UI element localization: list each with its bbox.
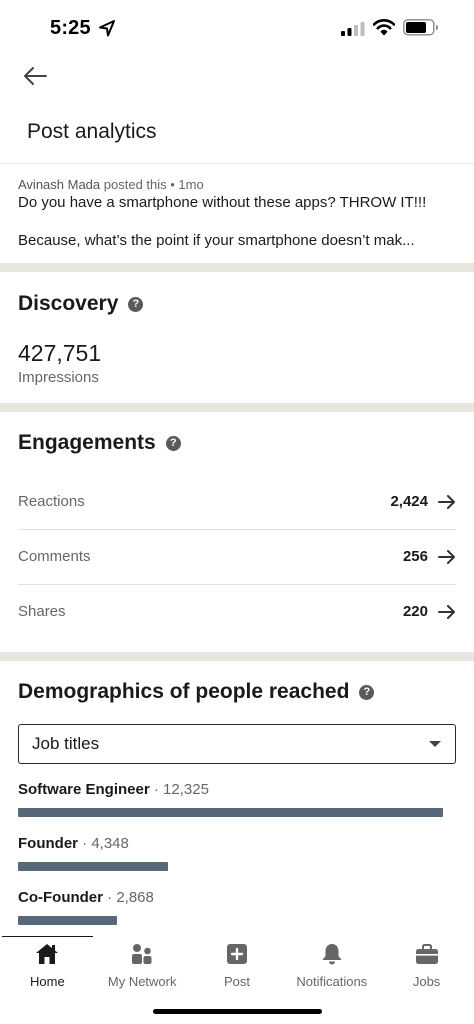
discovery-heading: Discovery ? — [18, 292, 144, 316]
battery-icon — [403, 19, 438, 36]
engagement-value: 220 — [402, 603, 428, 620]
engagement-value: 2,424 — [390, 493, 428, 510]
location-arrow-icon — [99, 20, 115, 37]
briefcase-icon — [415, 944, 438, 964]
nav-label: Post — [223, 974, 250, 989]
nav-label: Jobs — [412, 974, 441, 989]
nav-label: Home — [30, 974, 65, 989]
engagements-heading: Engagements ? — [18, 431, 181, 455]
engagement-label: Comments — [18, 548, 91, 565]
section-separator — [0, 652, 474, 661]
demographic-label: Software Engineer · 12,325 — [18, 781, 456, 798]
post-meta: Avinash Mada posted this • 1mo — [18, 177, 458, 192]
dropdown-selected-value: Job titles — [32, 734, 100, 753]
arrow-right-icon — [438, 549, 455, 564]
demographic-count: · 12,325 — [153, 781, 209, 798]
page-title: Post analytics — [27, 120, 157, 143]
post-author: Avinash Mada — [18, 177, 101, 192]
demographic-label: Founder · 4,348 — [18, 835, 456, 852]
demographic-item: Founder · 4,348 — [18, 835, 456, 871]
engagement-label: Shares — [18, 603, 66, 620]
discovery-title: Discovery — [18, 292, 119, 315]
demographics-filter-dropdown[interactable]: Job titles — [18, 724, 456, 764]
network-icon — [132, 944, 152, 964]
nav-item-my-network[interactable]: My Network — [95, 937, 190, 997]
nav-item-post[interactable]: Post — [190, 937, 285, 997]
section-separator — [0, 403, 474, 412]
demographic-bar — [18, 916, 118, 925]
help-icon[interactable]: ? — [359, 684, 375, 700]
chevron-down-icon — [429, 741, 441, 747]
impressions-value: 427,751 — [18, 340, 102, 366]
demographic-bar — [18, 862, 169, 871]
bell-icon — [322, 944, 342, 965]
status-bar: 5:25 — [0, 0, 474, 56]
help-icon[interactable]: ? — [128, 296, 144, 312]
post-summary[interactable]: Avinash Mada posted this • 1mo Do you ha… — [18, 177, 458, 249]
cellular-signal-icon — [341, 22, 365, 36]
nav-item-jobs[interactable]: Jobs — [379, 937, 474, 997]
demographic-label: Co-Founder · 2,868 — [18, 889, 456, 906]
engagement-row-comments[interactable]: Comments 256 — [18, 529, 456, 584]
help-icon[interactable]: ? — [165, 435, 181, 451]
bottom-nav: Home My Network Post Notifications Jobs — [0, 937, 474, 997]
demographic-name: Co-Founder — [18, 889, 103, 906]
back-arrow-icon — [24, 67, 47, 85]
demographic-count: · 2,868 — [107, 889, 154, 906]
demographic-count: · 4,348 — [82, 835, 129, 852]
engagement-value: 256 — [402, 548, 428, 565]
nav-label: Notifications — [296, 974, 368, 989]
section-separator — [0, 263, 474, 272]
post-meta-suffix: posted this • 1mo — [103, 177, 204, 192]
demographic-item: Co-Founder · 2,868 — [18, 889, 456, 925]
demographic-name: Founder — [18, 835, 78, 852]
demographics-title: Demographics of people reached — [18, 680, 350, 703]
demographic-item: Software Engineer · 12,325 — [18, 781, 456, 817]
home-icon — [36, 944, 59, 964]
home-indicator — [153, 1009, 322, 1014]
arrow-right-icon — [438, 604, 455, 619]
post-text-line2: Because, what’s the point if your smartp… — [18, 232, 415, 249]
post-icon — [226, 944, 247, 964]
back-button[interactable] — [20, 62, 50, 90]
status-time: 5:25 — [50, 17, 91, 39]
arrow-right-icon — [438, 494, 455, 509]
impressions-label: Impressions — [18, 369, 99, 386]
demographic-bar — [18, 808, 443, 817]
wifi-icon — [373, 19, 395, 36]
engagements-title: Engagements — [18, 431, 156, 454]
header-divider — [0, 163, 474, 164]
demographic-name: Software Engineer — [18, 781, 150, 798]
engagement-label: Reactions — [18, 493, 85, 510]
nav-item-home[interactable]: Home — [0, 937, 95, 997]
nav-label: My Network — [107, 974, 177, 989]
post-text-line1: Do you have a smartphone without these a… — [18, 194, 427, 211]
engagement-row-shares[interactable]: Shares 220 — [18, 584, 456, 639]
nav-item-notifications[interactable]: Notifications — [284, 937, 379, 997]
engagement-row-reactions[interactable]: Reactions 2,424 — [18, 474, 456, 529]
demographics-heading: Demographics of people reached ? — [18, 680, 375, 704]
